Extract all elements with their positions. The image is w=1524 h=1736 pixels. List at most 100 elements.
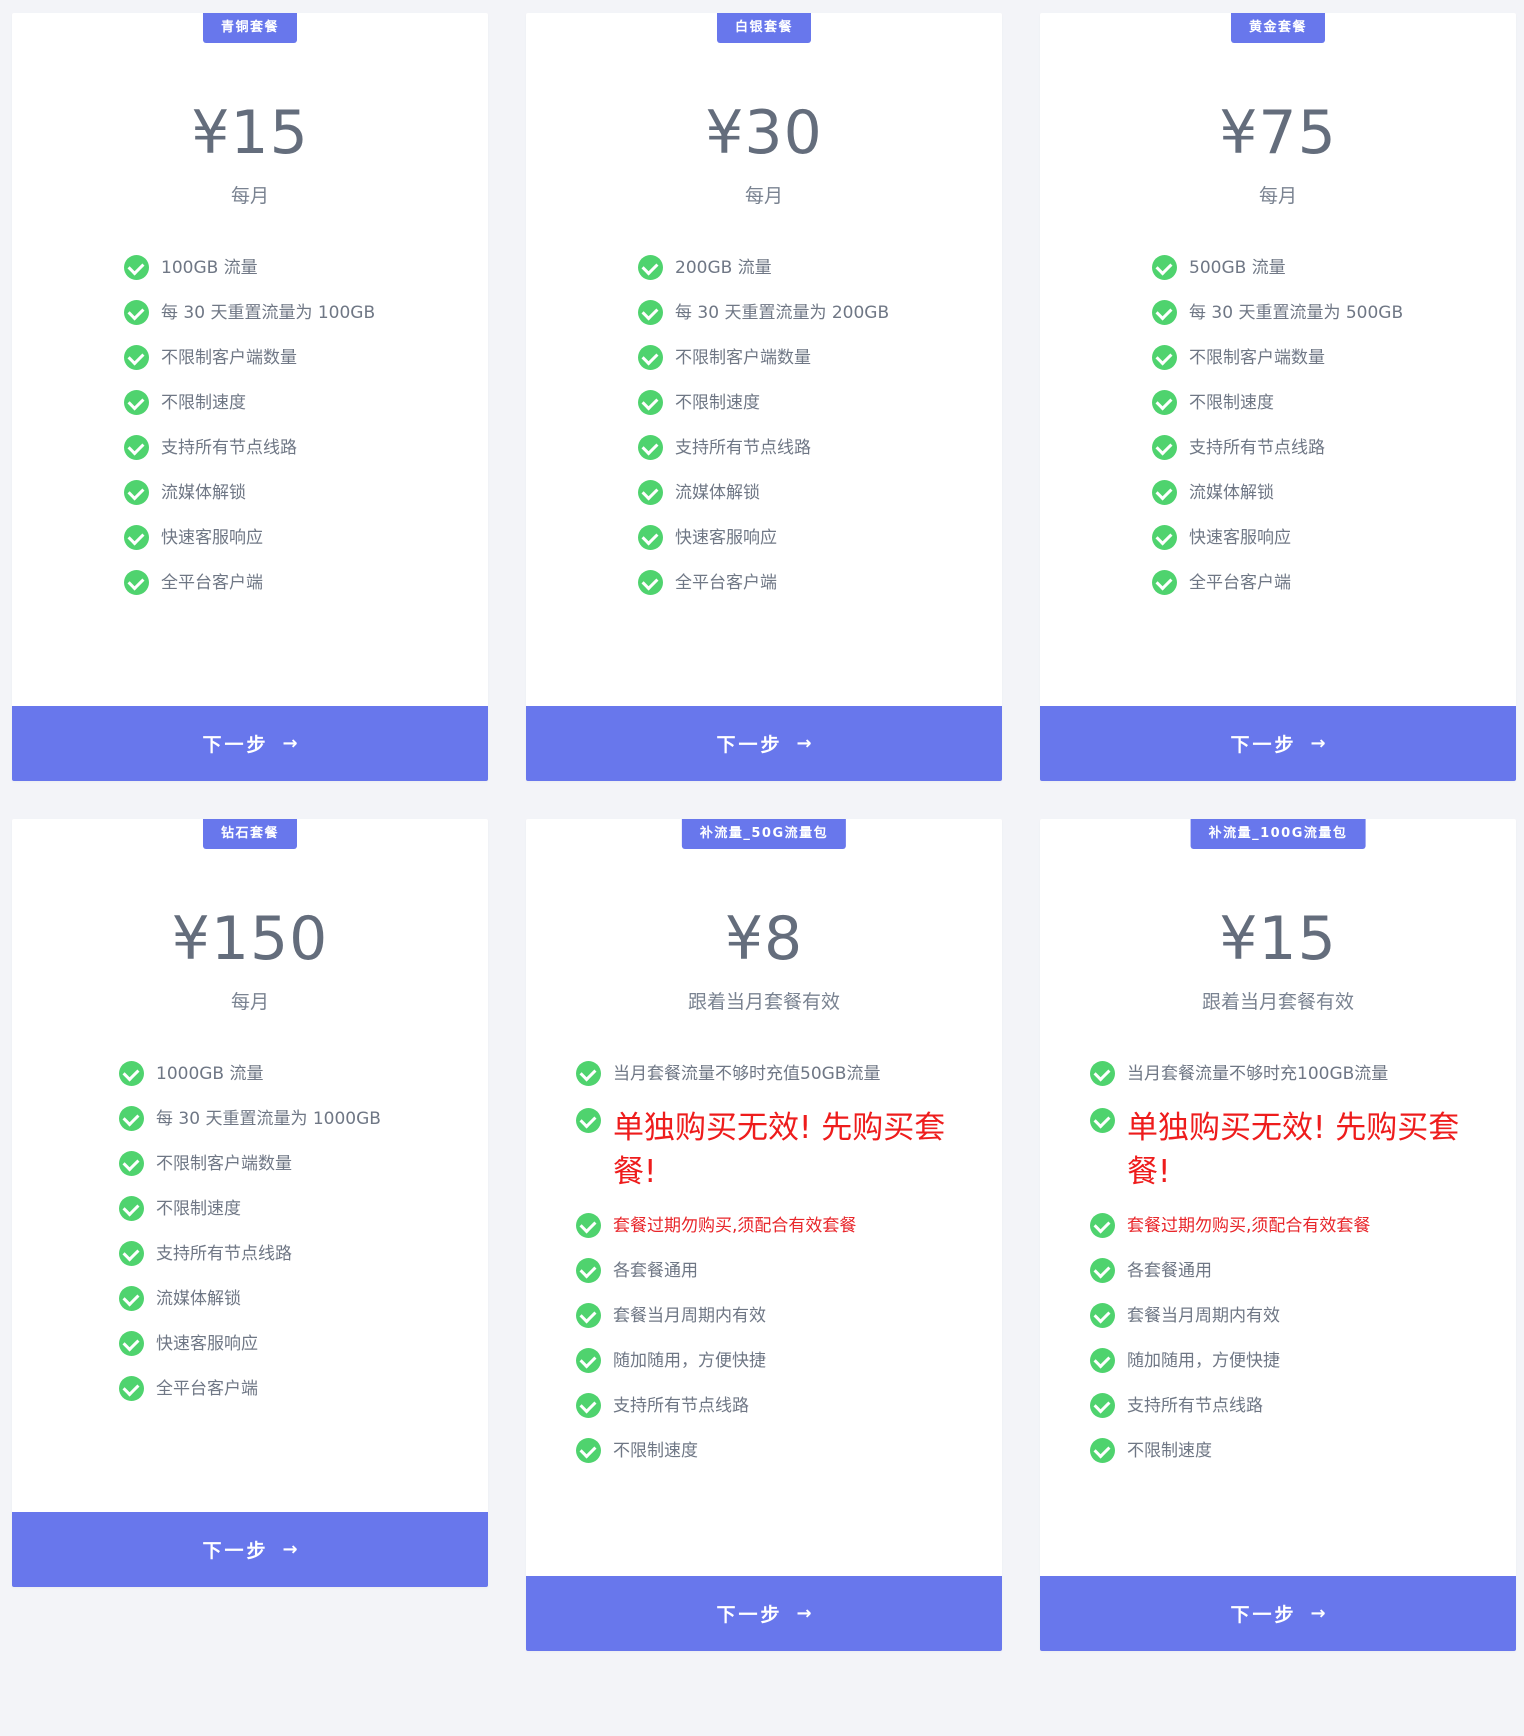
feature-item: 各套餐通用 xyxy=(576,1258,962,1284)
feature-item: 支持所有节点线路 xyxy=(576,1393,962,1419)
check-circle-icon xyxy=(124,390,149,415)
check-circle-icon xyxy=(119,1241,144,1266)
feature-item: 不限制速度 xyxy=(1152,390,1516,416)
plan-period: 每月 xyxy=(1258,185,1297,207)
feature-item: 不限制客户端数量 xyxy=(638,345,1002,371)
check-circle-icon xyxy=(638,570,663,595)
check-circle-icon xyxy=(1152,480,1177,505)
check-circle-icon xyxy=(1090,1213,1115,1238)
arrow-right-icon: → xyxy=(1310,1603,1326,1624)
feature-item: 每 30 天重置流量为 100GB xyxy=(124,300,488,326)
feature-item: 不限制速度 xyxy=(1090,1438,1476,1464)
feature-item: 快速客服响应 xyxy=(638,525,1002,551)
check-circle-icon xyxy=(576,1438,601,1463)
arrow-right-icon: → xyxy=(1310,733,1326,754)
feature-item: 100GB 流量 xyxy=(124,255,488,281)
feature-text: 支持所有节点线路 xyxy=(675,438,811,458)
feature-text: 随加随用，方便快捷 xyxy=(613,1351,766,1371)
check-circle-icon xyxy=(576,1108,601,1133)
feature-text: 单独购买无效! 先购买套餐! xyxy=(613,1110,946,1190)
plan-price: ¥15 xyxy=(1219,904,1337,974)
feature-item: 流媒体解锁 xyxy=(124,480,488,506)
next-step-button[interactable]: 下一步 → xyxy=(1040,1576,1516,1651)
check-circle-icon xyxy=(638,480,663,505)
feature-item: 不限制客户端数量 xyxy=(1152,345,1516,371)
check-circle-icon xyxy=(638,525,663,550)
feature-text: 支持所有节点线路 xyxy=(613,1396,749,1416)
check-circle-icon xyxy=(1152,390,1177,415)
feature-text: 不限制速度 xyxy=(161,393,246,413)
feature-list: 1000GB 流量 每 30 天重置流量为 1000GB 不限制客户端数量 不限… xyxy=(12,1061,488,1421)
check-circle-icon xyxy=(1152,435,1177,460)
feature-text: 套餐当月周期内有效 xyxy=(613,1306,766,1326)
check-circle-icon xyxy=(119,1151,144,1176)
next-step-button[interactable]: 下一步 → xyxy=(12,706,488,781)
feature-item: 不限制速度 xyxy=(119,1196,488,1222)
plan-card-traffic-50g: 补流量_50G流量包 ¥8 跟着当月套餐有效 当月套餐流量不够时充值50GB流量… xyxy=(526,819,1002,1651)
check-circle-icon xyxy=(124,255,149,280)
feature-text: 不限制速度 xyxy=(675,393,760,413)
next-step-label: 下一步 xyxy=(1230,1604,1297,1626)
next-step-button[interactable]: 下一步 → xyxy=(526,1576,1002,1651)
next-step-label: 下一步 xyxy=(202,1540,269,1562)
plan-price: ¥75 xyxy=(1219,98,1337,168)
plan-period: 跟着当月套餐有效 xyxy=(1201,991,1354,1013)
feature-text: 每 30 天重置流量为 200GB xyxy=(675,303,890,323)
feature-text: 各套餐通用 xyxy=(1127,1261,1212,1281)
feature-text: 支持所有节点线路 xyxy=(156,1244,292,1264)
check-circle-icon xyxy=(124,435,149,460)
feature-item: 当月套餐流量不够时充100GB流量 xyxy=(1090,1061,1476,1087)
feature-text: 全平台客户端 xyxy=(161,573,263,593)
feature-item: 支持所有节点线路 xyxy=(1090,1393,1476,1419)
feature-item: 流媒体解锁 xyxy=(119,1286,488,1312)
feature-text: 1000GB 流量 xyxy=(156,1064,264,1084)
feature-item: 每 30 天重置流量为 1000GB xyxy=(119,1106,488,1132)
check-circle-icon xyxy=(1152,345,1177,370)
check-circle-icon xyxy=(119,1061,144,1086)
next-step-button[interactable]: 下一步 → xyxy=(1040,706,1516,781)
plan-period: 跟着当月套餐有效 xyxy=(687,991,840,1013)
feature-item: 支持所有节点线路 xyxy=(638,435,1002,461)
feature-item-notice: 套餐过期勿购买,须配合有效套餐 xyxy=(576,1213,962,1239)
check-circle-icon xyxy=(638,255,663,280)
plan-price: ¥8 xyxy=(724,904,804,974)
feature-item: 快速客服响应 xyxy=(124,525,488,551)
arrow-right-icon: → xyxy=(282,1539,298,1560)
check-circle-icon xyxy=(638,435,663,460)
check-circle-icon xyxy=(576,1258,601,1283)
feature-item: 随加随用，方便快捷 xyxy=(1090,1348,1476,1374)
feature-item-warning: 单独购买无效! 先购买套餐! xyxy=(576,1106,962,1194)
feature-item-warning: 单独购买无效! 先购买套餐! xyxy=(1090,1106,1476,1194)
feature-item: 各套餐通用 xyxy=(1090,1258,1476,1284)
feature-text: 不限制客户端数量 xyxy=(156,1154,292,1174)
feature-item: 流媒体解锁 xyxy=(638,480,1002,506)
feature-item: 1000GB 流量 xyxy=(119,1061,488,1087)
plan-badge: 补流量_100G流量包 xyxy=(1190,819,1366,849)
feature-text: 不限制客户端数量 xyxy=(1189,348,1325,368)
feature-text: 支持所有节点线路 xyxy=(1189,438,1325,458)
check-circle-icon xyxy=(576,1303,601,1328)
next-step-button[interactable]: 下一步 → xyxy=(526,706,1002,781)
feature-text: 流媒体解锁 xyxy=(675,483,760,503)
feature-text: 不限制速度 xyxy=(1189,393,1274,413)
plan-price: ¥150 xyxy=(171,904,329,974)
feature-text: 快速客服响应 xyxy=(675,528,777,548)
feature-text: 500GB 流量 xyxy=(1189,258,1286,278)
feature-text: 流媒体解锁 xyxy=(1189,483,1274,503)
plan-grid: 青铜套餐 ¥15 每月 100GB 流量 每 30 天重置流量为 100GB 不… xyxy=(12,13,1516,1651)
feature-text: 快速客服响应 xyxy=(156,1334,258,1354)
next-step-button[interactable]: 下一步 → xyxy=(12,1512,488,1587)
arrow-right-icon: → xyxy=(796,1603,812,1624)
feature-text: 全平台客户端 xyxy=(1189,573,1291,593)
feature-text: 套餐过期勿购买,须配合有效套餐 xyxy=(1127,1216,1371,1236)
feature-text: 不限制速度 xyxy=(1127,1441,1212,1461)
feature-list: 当月套餐流量不够时充值50GB流量 单独购买无效! 先购买套餐! 套餐过期勿购买… xyxy=(526,1061,1002,1483)
feature-text: 套餐过期勿购买,须配合有效套餐 xyxy=(613,1216,857,1236)
feature-item-notice: 套餐过期勿购买,须配合有效套餐 xyxy=(1090,1213,1476,1239)
check-circle-icon xyxy=(1152,255,1177,280)
check-circle-icon xyxy=(1152,570,1177,595)
feature-item: 每 30 天重置流量为 500GB xyxy=(1152,300,1516,326)
next-step-label: 下一步 xyxy=(202,734,269,756)
check-circle-icon xyxy=(1152,525,1177,550)
plan-badge: 补流量_50G流量包 xyxy=(681,819,847,849)
